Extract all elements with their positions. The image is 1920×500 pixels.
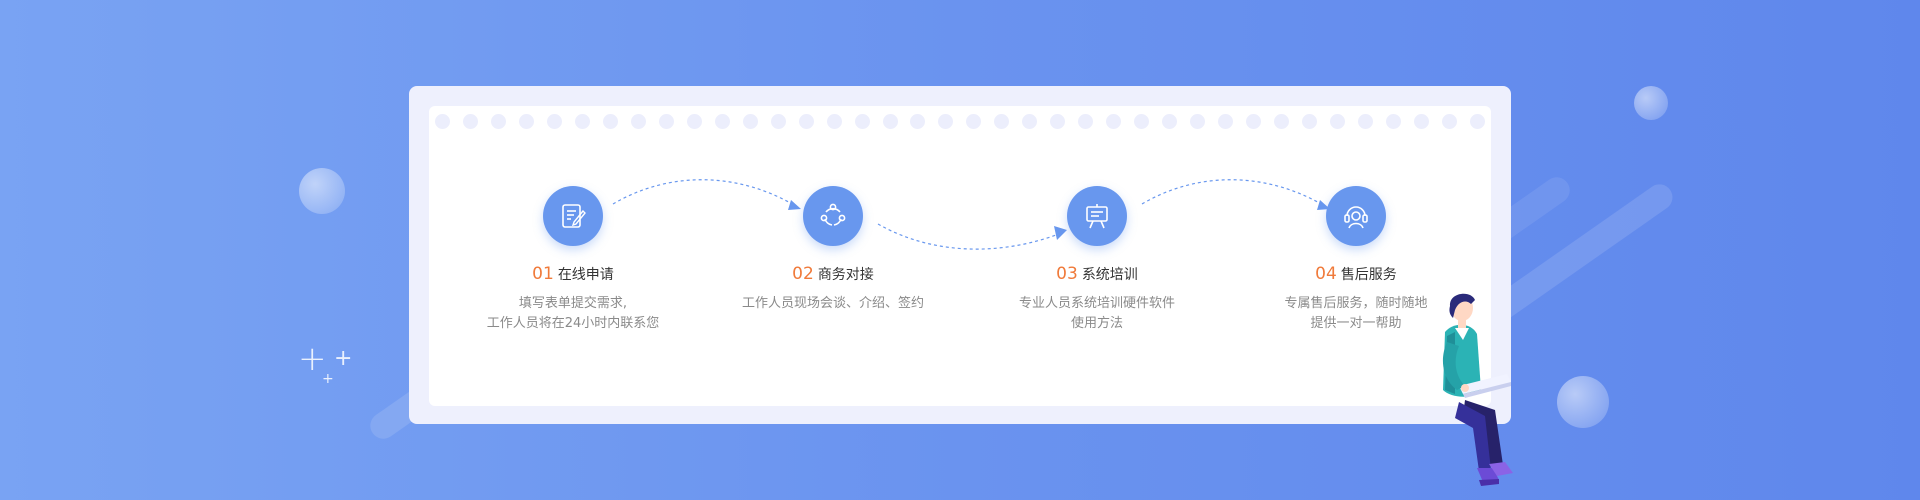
step-system-training: 03 系统培训 专业人员系统培训硬件软件 使用方法 bbox=[977, 186, 1217, 334]
binder-hole bbox=[1469, 114, 1485, 129]
binder-holes bbox=[435, 114, 1485, 130]
binder-hole bbox=[714, 114, 730, 129]
binder-hole bbox=[1190, 114, 1206, 129]
binder-hole bbox=[910, 114, 926, 129]
step-title: 系统培训 bbox=[1081, 267, 1138, 283]
decor-bubble-bottom-right bbox=[1557, 376, 1609, 428]
binder-hole bbox=[658, 114, 674, 129]
step-title-row: 04 售后服务 bbox=[1236, 264, 1476, 284]
binder-hole bbox=[1302, 114, 1318, 129]
step-desc-line: 专业人员系统培训硬件软件 bbox=[1018, 296, 1175, 311]
binder-hole bbox=[826, 114, 842, 129]
binder-hole bbox=[574, 114, 590, 129]
step-title-row: 02 商务对接 bbox=[713, 264, 953, 284]
step-desc-line: 工作人员现场会谈、介绍、签约 bbox=[741, 296, 924, 311]
binder-hole bbox=[938, 114, 954, 129]
binder-hole bbox=[742, 114, 758, 129]
binder-hole bbox=[1441, 114, 1457, 129]
binder-hole bbox=[602, 114, 618, 129]
step-description: 填写表单提交需求, 工作人员将在24小时内联系您 bbox=[453, 294, 693, 334]
step-title-row: 03 系统培训 bbox=[977, 264, 1217, 284]
binder-hole bbox=[1022, 114, 1038, 129]
binder-hole bbox=[518, 114, 534, 129]
step-desc-line: 工作人员将在24小时内联系您 bbox=[486, 316, 660, 331]
binder-hole bbox=[882, 114, 898, 129]
step-number: 04 bbox=[1315, 264, 1337, 284]
step-online-application: 01 在线申请 填写表单提交需求, 工作人员将在24小时内联系您 bbox=[453, 186, 693, 334]
headset-support-icon bbox=[1326, 186, 1386, 246]
step-title: 在线申请 bbox=[557, 267, 614, 283]
step-title: 售后服务 bbox=[1340, 267, 1397, 283]
binder-hole bbox=[1330, 114, 1345, 129]
binder-hole bbox=[994, 114, 1010, 129]
process-card: 01 在线申请 填写表单提交需求, 工作人员将在24小时内联系您 02 商务对接… bbox=[429, 106, 1491, 406]
binder-hole bbox=[686, 114, 702, 129]
binder-hole bbox=[1050, 114, 1066, 129]
binder-hole bbox=[490, 114, 506, 129]
presentation-board-icon bbox=[1067, 186, 1127, 246]
step-title: 商务对接 bbox=[817, 267, 874, 283]
binder-hole bbox=[435, 114, 450, 129]
binder-hole bbox=[1246, 114, 1262, 129]
decor-bubble-top-right bbox=[1634, 86, 1668, 120]
step-number: 01 bbox=[532, 264, 554, 284]
binder-hole bbox=[798, 114, 814, 129]
share-network-icon bbox=[803, 186, 863, 246]
step-title-row: 01 在线申请 bbox=[453, 264, 693, 284]
sitting-person-illustration bbox=[1442, 293, 1513, 486]
step-number: 02 bbox=[792, 264, 814, 284]
binder-hole bbox=[630, 114, 646, 129]
decor-plus-small: + bbox=[322, 371, 334, 387]
binder-hole bbox=[1413, 114, 1429, 129]
binder-hole bbox=[462, 114, 478, 129]
binder-hole bbox=[770, 114, 786, 129]
step-number: 03 bbox=[1056, 264, 1078, 284]
binder-hole bbox=[1162, 114, 1178, 129]
decor-plus-medium: + bbox=[334, 346, 353, 371]
binder-hole bbox=[854, 114, 870, 129]
binder-hole bbox=[546, 114, 562, 129]
step-description: 工作人员现场会谈、介绍、签约 bbox=[713, 294, 953, 314]
step-desc-line: 填写表单提交需求, bbox=[518, 296, 628, 311]
binder-hole bbox=[1078, 114, 1094, 129]
binder-hole bbox=[1218, 114, 1234, 129]
process-panel: 01 在线申请 填写表单提交需求, 工作人员将在24小时内联系您 02 商务对接… bbox=[409, 86, 1511, 424]
step-description: 专业人员系统培训硬件软件 使用方法 bbox=[977, 294, 1217, 334]
decor-bubble-left bbox=[299, 168, 345, 214]
step-desc-line: 使用方法 bbox=[1070, 316, 1123, 331]
step-business-meeting: 02 商务对接 工作人员现场会谈、介绍、签约 bbox=[713, 186, 953, 314]
binder-hole bbox=[1106, 114, 1122, 129]
binder-hole bbox=[1274, 114, 1290, 129]
binder-hole bbox=[1385, 114, 1401, 129]
binder-hole bbox=[1357, 114, 1373, 129]
form-edit-icon bbox=[543, 186, 603, 246]
binder-hole bbox=[966, 114, 982, 129]
binder-hole bbox=[1134, 114, 1150, 129]
